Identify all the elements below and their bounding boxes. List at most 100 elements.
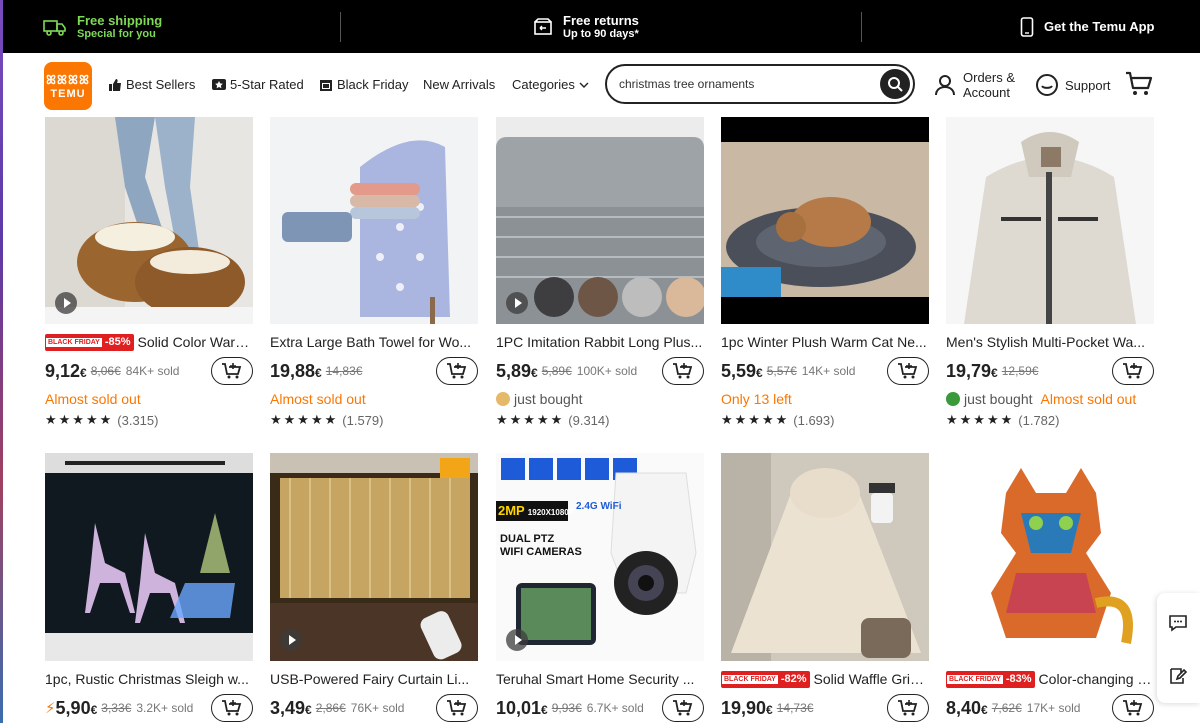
add-to-cart-button[interactable] [887, 357, 929, 385]
rating: ★★★★★ (9.314) [496, 412, 704, 428]
product-card[interactable]: Men's Stylish Multi-Pocket Wa... 19,79€ … [946, 117, 1154, 428]
sold-count: 14K+ sold [801, 364, 856, 378]
search-input[interactable] [619, 77, 869, 91]
sold-count: 84K+ sold [125, 364, 180, 378]
add-to-cart-button[interactable] [436, 694, 478, 722]
product-card[interactable]: 1PC Imitation Rabbit Long Plus... 5,89€ … [496, 117, 704, 428]
nav-black-friday-label: Black Friday [337, 77, 409, 92]
nav-best-sellers-label: Best Sellers [126, 77, 196, 92]
cart-button[interactable] [1125, 71, 1153, 102]
product-image[interactable] [45, 117, 253, 324]
product-title[interactable]: 1PC Imitation Rabbit Long Plus... [496, 334, 702, 350]
product-title[interactable]: Extra Large Bath Towel for Wo... [270, 334, 471, 350]
price-currency: € [90, 702, 98, 717]
nav-categories[interactable]: Categories [512, 77, 589, 92]
chat-button[interactable] [1168, 613, 1188, 633]
add-to-cart-button[interactable] [211, 694, 253, 722]
price-value: 19,90 [721, 697, 767, 718]
old-price: 14,83€ [325, 364, 363, 378]
nav-categories-label: Categories [512, 77, 575, 92]
star-badge-icon [212, 78, 226, 90]
video-play-icon[interactable] [55, 292, 77, 314]
promo-divider [340, 11, 341, 42]
recent-purchase: just bought [496, 390, 704, 408]
nav-black-friday[interactable]: Black Friday [319, 77, 409, 92]
product-price: 8,40€ [946, 698, 988, 719]
add-to-cart-button[interactable] [436, 357, 478, 385]
product-price: 9,12€ [45, 361, 87, 382]
bf-label: BLACK FRIDAY [947, 674, 1003, 684]
product-image[interactable]: 2MP 1920X1080P 2.4G WiFi DUAL PTZ WIFI C… [496, 453, 704, 661]
old-price: 5,89€ [541, 364, 572, 378]
video-play-icon[interactable] [506, 629, 528, 651]
nav-best-sellers[interactable]: Best Sellers [108, 77, 195, 92]
sold-count: 76K+ sold [350, 701, 405, 715]
add-cart-icon [222, 363, 242, 379]
return-box-icon [534, 17, 552, 35]
orders-account-link[interactable]: Orders & Account [933, 70, 1015, 100]
product-title[interactable]: USB-Powered Fairy Curtain Li... [270, 671, 469, 687]
product-card[interactable]: BLACK FRIDAY -82% Solid Waffle Grid F... … [721, 453, 929, 722]
add-to-cart-button[interactable] [887, 694, 929, 722]
add-to-cart-button[interactable] [662, 694, 704, 722]
product-price: 10,01€ [496, 698, 548, 719]
price-currency: € [981, 702, 988, 717]
product-image[interactable] [946, 453, 1154, 661]
product-title[interactable]: Solid Waffle Grid F... [814, 671, 929, 687]
product-image[interactable] [270, 453, 478, 661]
product-title[interactable]: 1pc, Rustic Christmas Sleigh w... [45, 671, 249, 687]
feedback-button[interactable] [1168, 666, 1188, 686]
free-shipping-title: Free shipping [77, 13, 163, 28]
nav-five-star[interactable]: 5-Star Rated [212, 77, 304, 92]
add-cart-icon [673, 363, 693, 379]
add-cart-icon [898, 363, 918, 379]
stock-status: Almost sold out [45, 391, 141, 407]
product-title[interactable]: 1pc Winter Plush Warm Cat Ne... [721, 334, 927, 350]
old-price: 5,57€ [766, 364, 797, 378]
free-shipping-sub: Special for you [77, 28, 156, 40]
product-image[interactable] [496, 117, 704, 324]
product-card[interactable]: 1pc Winter Plush Warm Cat Ne... 5,59€ 5,… [721, 117, 929, 428]
product-image[interactable] [270, 117, 478, 324]
add-cart-icon [447, 700, 467, 716]
product-image[interactable] [721, 453, 929, 661]
old-price: 3,33€ [101, 701, 132, 715]
video-play-icon[interactable] [506, 292, 528, 314]
free-returns-title: Free returns [563, 13, 639, 28]
product-card[interactable]: 1pc, Rustic Christmas Sleigh w... ⚡ 5,90… [45, 453, 253, 722]
free-shipping-promo[interactable]: Free shipping Special for you [43, 13, 162, 40]
overlay-wifi: 2.4G WiFi [576, 501, 622, 512]
video-play-icon[interactable] [280, 629, 302, 651]
product-price: 5,59€ [721, 361, 763, 382]
search-button[interactable] [880, 69, 910, 99]
product-title[interactable]: Solid Color Warm ... [138, 334, 253, 350]
rating: ★★★★★ (3.315) [45, 412, 253, 428]
product-card[interactable]: 2MP 1920X1080P 2.4G WiFi DUAL PTZ WIFI C… [496, 453, 704, 722]
product-title[interactable]: Men's Stylish Multi-Pocket Wa... [946, 334, 1145, 350]
price-value: 5,59 [721, 360, 757, 381]
product-card[interactable]: Extra Large Bath Towel for Wo... 19,88€ … [270, 117, 478, 428]
add-to-cart-button[interactable] [211, 357, 253, 385]
phone-icon [1020, 16, 1034, 37]
stock-status: Only 13 left [721, 391, 792, 407]
price-currency: € [315, 365, 322, 380]
product-card[interactable]: BLACK FRIDAY -83% Color-changing C... 8,4… [946, 453, 1154, 722]
support-link[interactable]: Support [1035, 73, 1111, 97]
add-to-cart-button[interactable] [662, 357, 704, 385]
nav-new-arrivals[interactable]: New Arrivals [423, 77, 495, 92]
product-title[interactable]: Teruhal Smart Home Security ... [496, 671, 694, 687]
product-card[interactable]: USB-Powered Fairy Curtain Li... 3,49€ 2,… [270, 453, 478, 722]
logo-text: TEMU [50, 87, 86, 100]
product-image[interactable] [946, 117, 1154, 324]
product-image[interactable] [45, 453, 253, 661]
product-title[interactable]: Color-changing C... [1039, 671, 1154, 687]
temu-logo[interactable]: ꕤꕤꕤꕤ TEMU [44, 62, 92, 110]
add-to-cart-button[interactable] [1112, 694, 1154, 722]
product-card[interactable]: BLACK FRIDAY -85% Solid Color Warm ... 9,… [45, 117, 253, 428]
get-app-link[interactable]: Get the Temu App [1020, 16, 1155, 37]
add-to-cart-button[interactable] [1112, 357, 1154, 385]
chevron-down-icon [579, 82, 589, 88]
lightning-icon: ⚡ [45, 700, 56, 717]
product-image[interactable] [721, 117, 929, 324]
free-returns-promo[interactable]: Free returns Up to 90 days* [533, 13, 639, 40]
